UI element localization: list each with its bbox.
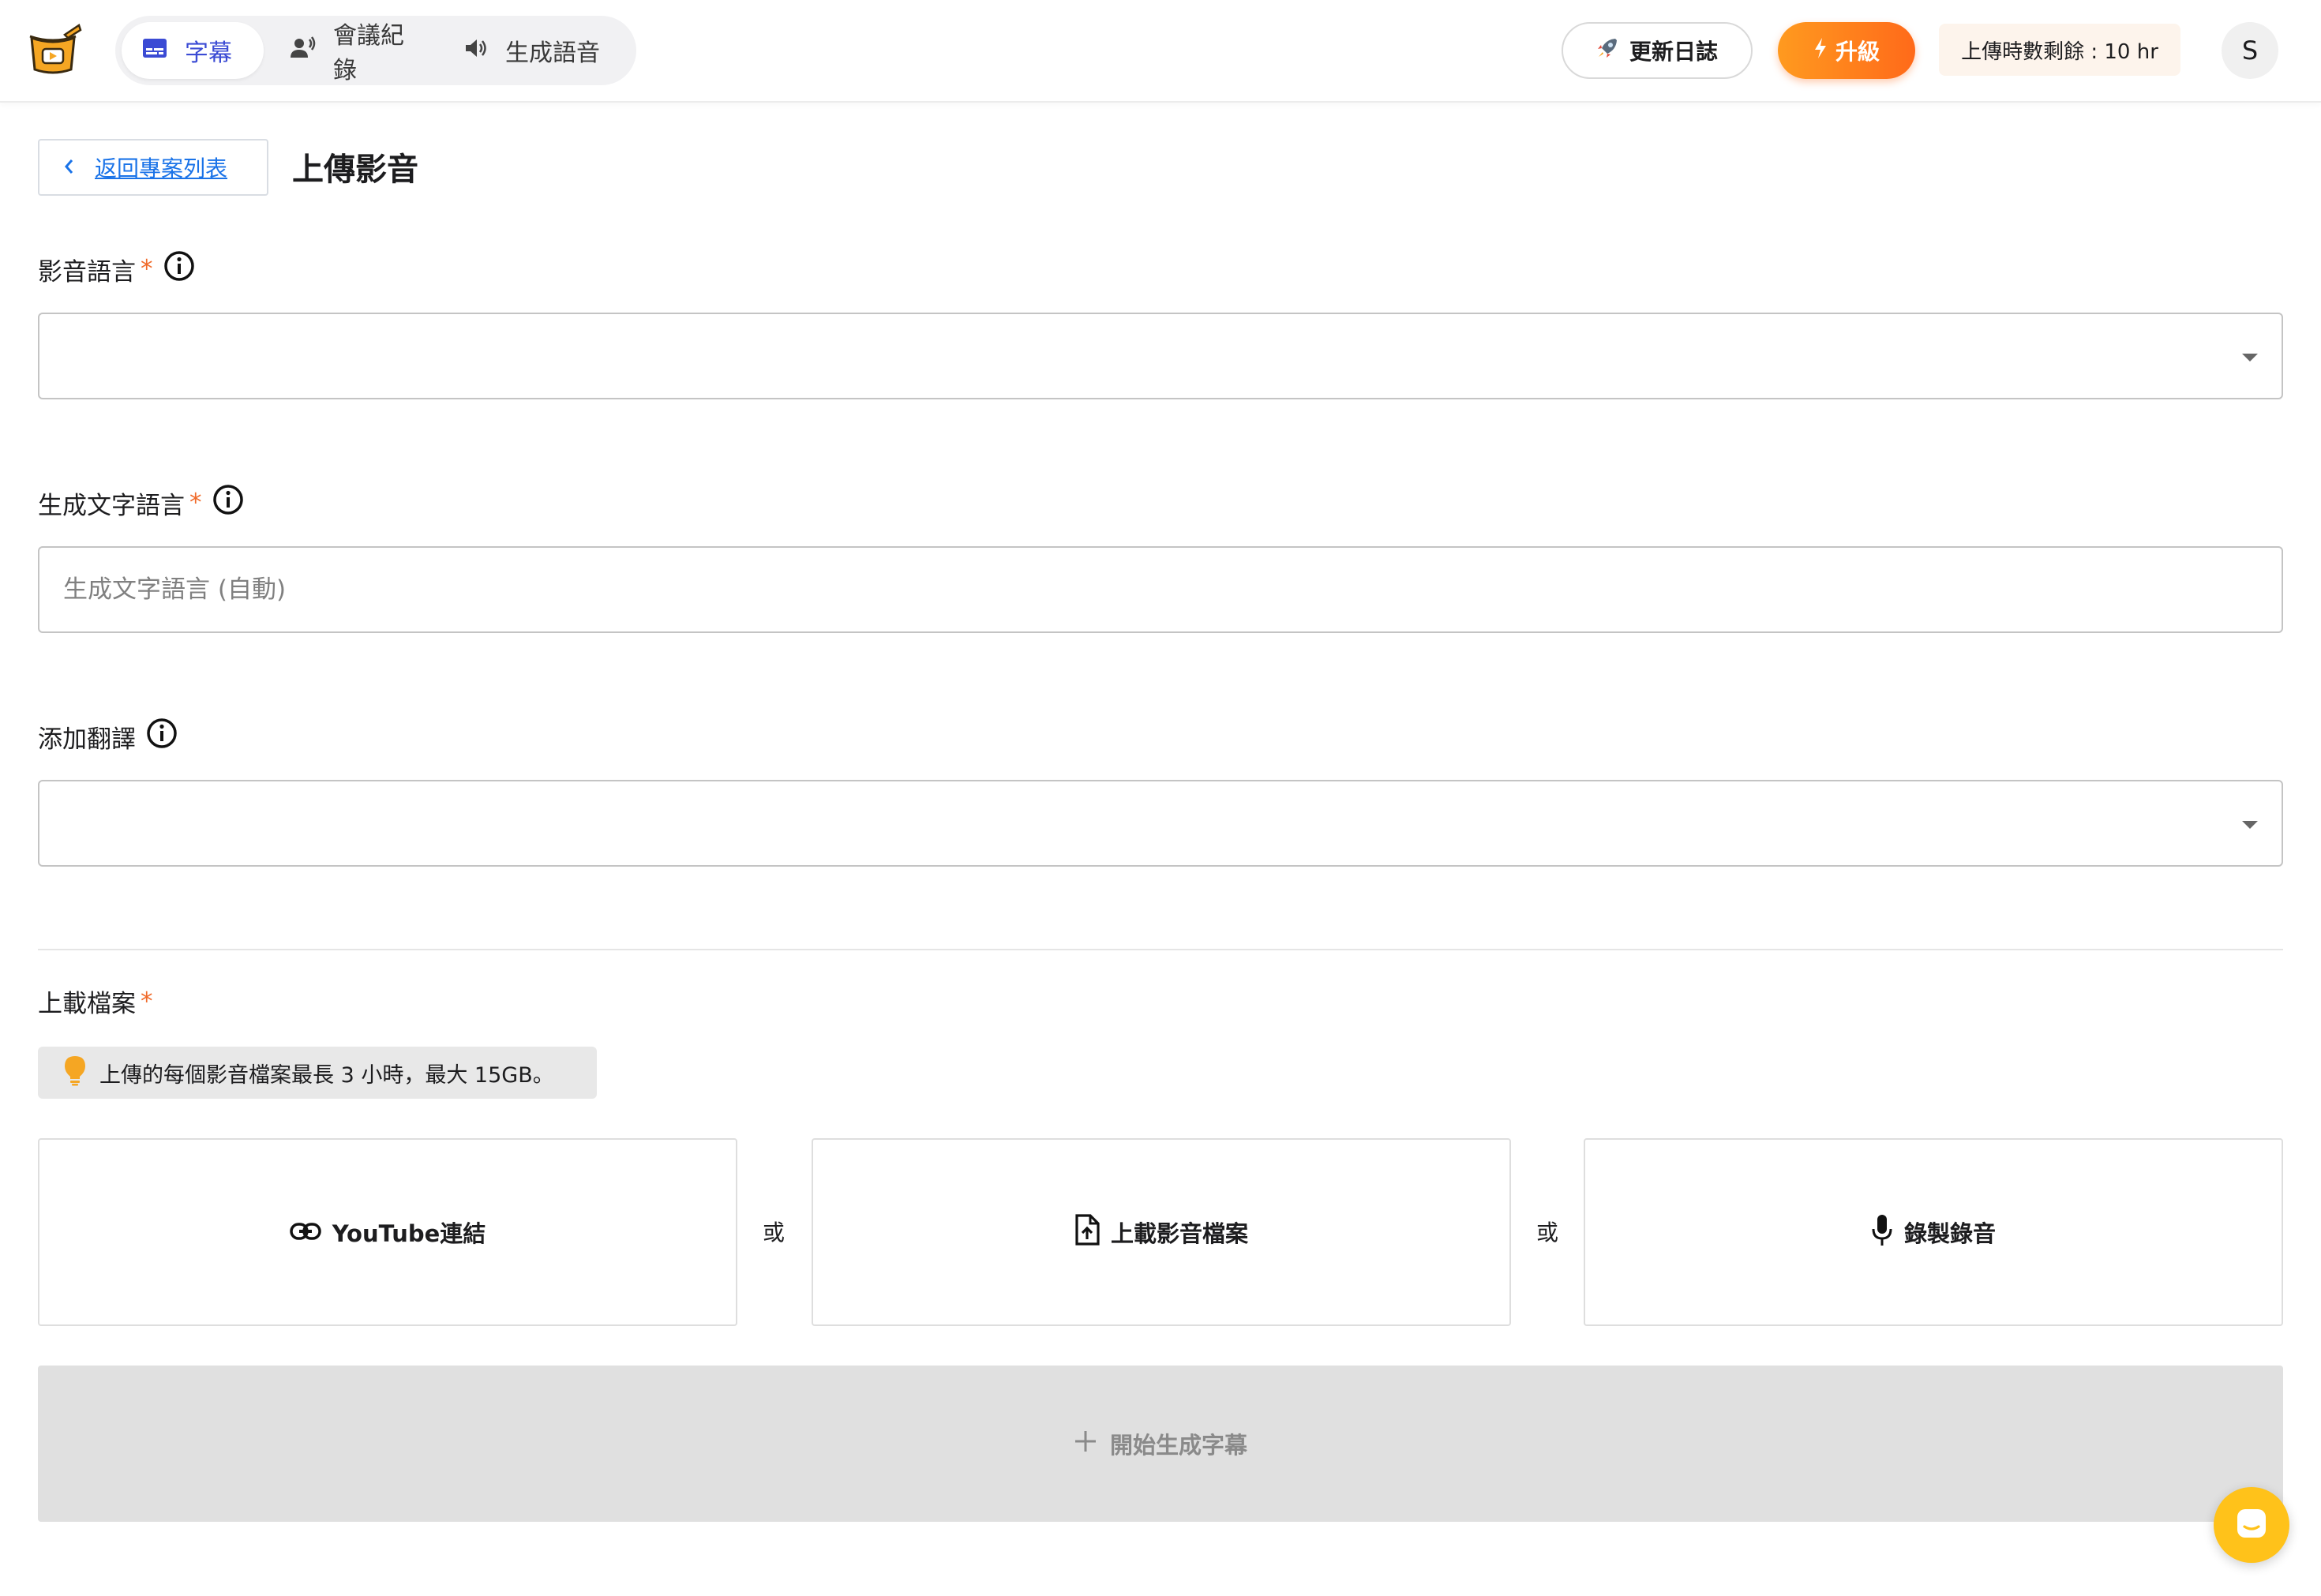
chat-icon [2234, 1506, 2269, 1544]
lightning-icon [1813, 37, 1828, 65]
upload-label-row: 上載檔案 * [38, 983, 153, 1019]
upload-tip: 上傳的每個影音檔案最長 3 小時，最大 15GB。 [38, 1047, 597, 1099]
upload-file-label: 上載影音檔案 [1110, 1220, 1248, 1247]
tab-generate-voice-label: 生成語音 [505, 39, 600, 67]
tab-meeting-notes[interactable]: 會議紀錄 [270, 22, 437, 84]
media-language-label-row: 影音語言 * [38, 249, 196, 289]
media-language-select[interactable] [38, 313, 2283, 399]
chevron-left-icon [63, 155, 74, 181]
required-mark: * [141, 987, 153, 1016]
chat-support-button[interactable] [2214, 1487, 2289, 1563]
page-title: 上傳影音 [292, 152, 418, 188]
tab-subtitles-label: 字幕 [185, 39, 232, 67]
upgrade-label: 升級 [1835, 39, 1880, 65]
volume-icon [464, 37, 488, 65]
back-to-projects-button[interactable]: 返回專案列表 [38, 139, 268, 196]
tab-meeting-notes-label: 會議紀錄 [333, 22, 404, 84]
speaker-person-icon [291, 36, 316, 65]
dropdown-caret-icon [2242, 821, 2258, 829]
back-label: 返回專案列表 [95, 155, 228, 182]
start-generate-subtitles-button[interactable]: 開始生成字幕 [38, 1366, 2283, 1522]
changelog-button[interactable]: 更新日誌 [1562, 22, 1753, 79]
section-divider [38, 949, 2283, 950]
required-mark: * [141, 255, 153, 283]
translation-select[interactable] [38, 780, 2283, 867]
record-audio-card[interactable]: 錄製錄音 [1584, 1138, 2283, 1326]
upload-tip-text: 上傳的每個影音檔案最長 3 小時，最大 15GB。 [99, 1062, 554, 1088]
or-separator: 或 [763, 1219, 786, 1246]
user-avatar[interactable]: S [2222, 22, 2278, 79]
translation-label: 添加翻譯 [38, 725, 136, 754]
dropdown-caret-icon [2242, 354, 2258, 362]
translation-label-row: 添加翻譯 [38, 717, 178, 756]
upload-quota: 上傳時數剩餘 : 10 hr [1939, 24, 2180, 76]
youtube-link-label: YouTube連結 [332, 1220, 486, 1247]
start-generate-label: 開始生成字幕 [1109, 1432, 1247, 1459]
info-icon[interactable] [212, 483, 245, 523]
tab-subtitles[interactable]: 字幕 [122, 22, 264, 79]
changelog-label: 更新日誌 [1629, 39, 1718, 65]
file-upload-icon [1074, 1213, 1100, 1251]
link-icon [289, 1219, 321, 1246]
app-logo[interactable] [24, 24, 82, 77]
record-audio-label: 錄製錄音 [1903, 1220, 1996, 1247]
main-nav: 字幕 會議紀錄 生成語音 [115, 16, 636, 85]
upload-file-card[interactable]: 上載影音檔案 [812, 1138, 1511, 1326]
tab-generate-voice[interactable]: 生成語音 [444, 22, 630, 79]
info-icon[interactable] [163, 249, 196, 289]
required-mark: * [189, 489, 202, 517]
text-language-label: 生成文字語言 [38, 491, 185, 520]
youtube-link-card[interactable]: YouTube連結 [38, 1138, 737, 1326]
info-icon[interactable] [145, 717, 178, 756]
lightbulb-icon [63, 1055, 87, 1092]
microphone-icon [1871, 1213, 1893, 1252]
text-language-input[interactable] [38, 546, 2283, 633]
rocket-icon [1596, 37, 1618, 65]
media-language-label: 影音語言 [38, 257, 136, 287]
subtitles-icon [142, 37, 167, 65]
or-separator: 或 [1536, 1219, 1559, 1246]
plus-icon [1074, 1429, 1097, 1459]
upload-label: 上載檔案 [38, 990, 136, 1018]
top-header: 字幕 會議紀錄 生成語音 更新日誌 升級 上傳時數剩餘 : 10 hr S [0, 0, 2321, 103]
text-language-label-row: 生成文字語言 * [38, 483, 245, 523]
upgrade-button[interactable]: 升級 [1778, 22, 1915, 79]
